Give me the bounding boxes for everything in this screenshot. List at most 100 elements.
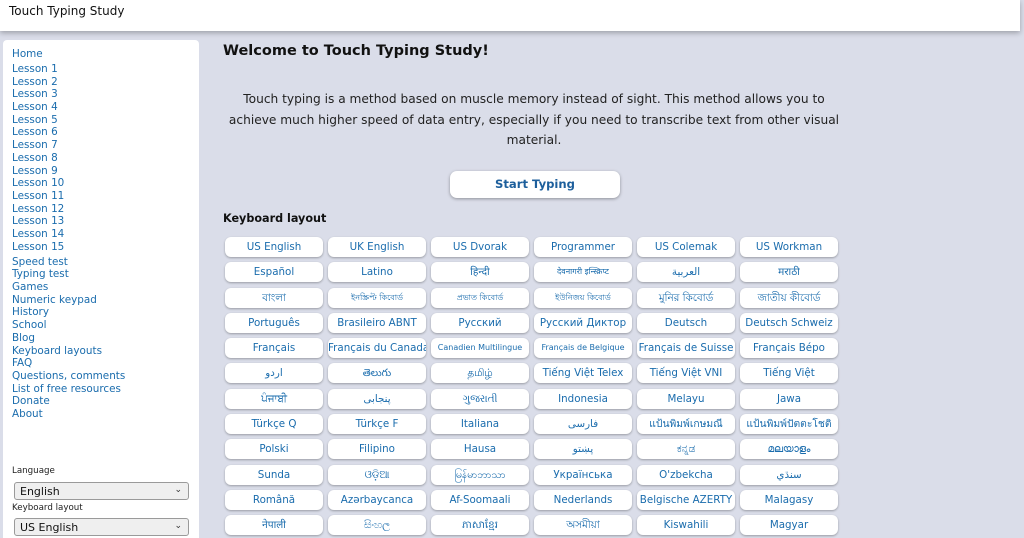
sidebar-link[interactable]: Lesson 12: [12, 203, 125, 216]
layout-button[interactable]: แป้นพิมพ์เกษมณี: [637, 414, 735, 435]
layout-button[interactable]: Indonesia: [534, 388, 632, 409]
sidebar-link[interactable]: History: [12, 306, 125, 319]
layout-button[interactable]: देवनागरी इन्स्क्रिप्ट: [534, 262, 632, 283]
sidebar-link[interactable]: Blog: [12, 332, 125, 345]
layout-button[interactable]: Русский: [431, 312, 529, 333]
layout-button[interactable]: ইনস্ক্রিপ্ট কিবোর্ড: [328, 287, 426, 308]
sidebar-link[interactable]: Lesson 11: [12, 190, 125, 203]
sidebar-link[interactable]: Lesson 6: [12, 126, 125, 139]
sidebar-link[interactable]: Lesson 5: [12, 114, 125, 127]
layout-button[interactable]: Tiếng Việt Telex: [534, 363, 632, 384]
layout-button[interactable]: Nederlands: [534, 489, 632, 510]
layout-button[interactable]: தமிழ்: [431, 363, 529, 384]
layout-button[interactable]: O'zbekcha: [637, 464, 735, 485]
layout-button[interactable]: ਪੰਜਾਬੀ: [225, 388, 323, 409]
layout-button[interactable]: Deutsch Schweiz: [740, 312, 838, 333]
layout-button[interactable]: Français du Canada: [328, 338, 426, 359]
layout-button[interactable]: Jawa: [740, 388, 838, 409]
sidebar-link[interactable]: Typing test: [12, 268, 125, 281]
keyboard-layout-select[interactable]: US English ⌄: [14, 518, 189, 536]
layout-button[interactable]: US Colemak: [637, 237, 735, 257]
layout-button[interactable]: জাতীয় কীবোর্ড: [740, 287, 838, 308]
layout-button[interactable]: Türkçe F: [328, 414, 426, 435]
layout-button[interactable]: Français Bépo: [740, 338, 838, 359]
layout-button[interactable]: Magyar: [740, 515, 838, 536]
layout-button[interactable]: বাংলা: [225, 287, 323, 308]
layout-button[interactable]: Programmer: [534, 237, 632, 257]
layout-button[interactable]: తెలుగు: [328, 363, 426, 384]
layout-button[interactable]: Español: [225, 262, 323, 283]
layout-button[interactable]: ភាសាខ្មែរ: [431, 515, 529, 536]
start-typing-button[interactable]: Start Typing: [450, 171, 620, 198]
sidebar-link[interactable]: Numeric keypad: [12, 294, 125, 307]
sidebar-link[interactable]: Games: [12, 281, 125, 294]
sidebar-link[interactable]: Lesson 10: [12, 177, 125, 190]
layout-button[interactable]: US Dvorak: [431, 237, 529, 257]
layout-button[interactable]: العربية: [637, 262, 735, 283]
layout-button[interactable]: Kiswahili: [637, 515, 735, 536]
layout-button[interactable]: Türkçe Q: [225, 414, 323, 435]
layout-button[interactable]: Français de Suisse: [637, 338, 735, 359]
layout-button[interactable]: Français: [225, 338, 323, 359]
layout-button[interactable]: فارسی: [534, 414, 632, 435]
layout-button[interactable]: नेपाली: [225, 515, 323, 536]
layout-button[interactable]: Melayu: [637, 388, 735, 409]
sidebar-link[interactable]: Questions, comments: [12, 370, 125, 383]
layout-button[interactable]: Português: [225, 312, 323, 333]
sidebar-link[interactable]: Speed test: [12, 256, 125, 269]
sidebar-link[interactable]: FAQ: [12, 357, 125, 370]
sidebar-link[interactable]: About: [12, 408, 125, 421]
layout-button[interactable]: Tiếng Việt VNI: [637, 363, 735, 384]
layout-button[interactable]: پښتو: [534, 439, 632, 460]
layout-button[interactable]: Azərbaycanca: [328, 489, 426, 510]
layout-button[interactable]: Canadien Multilingue: [431, 338, 529, 359]
layout-button[interactable]: Italiana: [431, 414, 529, 435]
layout-button[interactable]: Filipino: [328, 439, 426, 460]
layout-button[interactable]: মুনির কিবোর্ড: [637, 287, 735, 308]
layout-button[interactable]: Af-Soomaali: [431, 489, 529, 510]
sidebar-link[interactable]: Home: [12, 48, 125, 61]
sidebar-link[interactable]: Lesson 9: [12, 165, 125, 178]
layout-button[interactable]: ગુજરાતી: [431, 388, 529, 409]
sidebar-link[interactable]: List of free resources: [12, 383, 125, 396]
sidebar-link[interactable]: School: [12, 319, 125, 332]
sidebar-link[interactable]: Lesson 1: [12, 63, 125, 76]
layout-button[interactable]: اردو: [225, 363, 323, 384]
layout-button[interactable]: Українська: [534, 464, 632, 485]
layout-button[interactable]: Sunda: [225, 464, 323, 485]
layout-button[interactable]: অসমীয়া: [534, 515, 632, 536]
sidebar-link[interactable]: Lesson 3: [12, 88, 125, 101]
layout-button[interactable]: Belgische AZERTY: [637, 489, 735, 510]
sidebar-link[interactable]: Lesson 14: [12, 228, 125, 241]
layout-button[interactable]: Polski: [225, 439, 323, 460]
layout-button[interactable]: سنڌي: [740, 464, 838, 485]
layout-button[interactable]: US English: [225, 237, 323, 257]
sidebar-link[interactable]: Lesson 2: [12, 76, 125, 89]
layout-button[interactable]: Latino: [328, 262, 426, 283]
layout-button[interactable]: Tiếng Việt: [740, 363, 838, 384]
sidebar-link[interactable]: Keyboard layouts: [12, 345, 125, 358]
sidebar-link[interactable]: Lesson 7: [12, 139, 125, 152]
sidebar-link[interactable]: Lesson 8: [12, 152, 125, 165]
layout-button[interactable]: Brasileiro ABNT: [328, 312, 426, 333]
language-select[interactable]: English ⌄: [14, 482, 189, 500]
layout-button[interactable]: Română: [225, 489, 323, 510]
sidebar-link[interactable]: Donate: [12, 395, 125, 408]
layout-button[interactable]: پنجابی: [328, 388, 426, 409]
layout-button[interactable]: Русский Диктор: [534, 312, 632, 333]
layout-button[interactable]: Deutsch: [637, 312, 735, 333]
layout-button[interactable]: ಕನ್ನಡ: [637, 439, 735, 460]
layout-button[interactable]: සිංහල: [328, 515, 426, 536]
sidebar-link[interactable]: Lesson 4: [12, 101, 125, 114]
layout-button[interactable]: मराठी: [740, 262, 838, 283]
layout-button[interactable]: Français de Belgique: [534, 338, 632, 359]
layout-button[interactable]: ଓଡ଼ିଆ: [328, 464, 426, 485]
layout-button[interactable]: প্রভাত কিবোর্ড: [431, 287, 529, 308]
layout-button[interactable]: US Workman: [740, 237, 838, 257]
sidebar-link[interactable]: Lesson 13: [12, 215, 125, 228]
layout-button[interactable]: UK English: [328, 237, 426, 257]
layout-button[interactable]: മലയാളം: [740, 439, 838, 460]
layout-button[interactable]: Hausa: [431, 439, 529, 460]
layout-button[interactable]: แป้นพิมพ์ปัตตะโชติ: [740, 414, 838, 435]
sidebar-link[interactable]: Lesson 15: [12, 241, 125, 254]
